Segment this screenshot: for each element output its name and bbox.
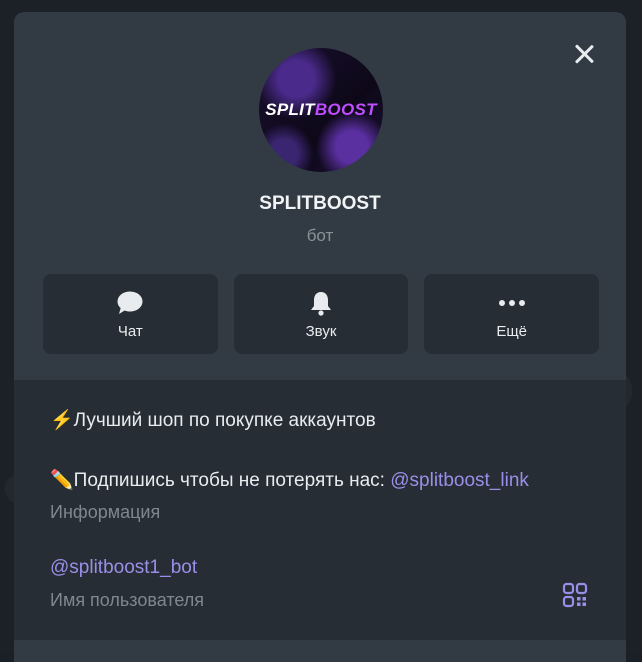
more-dots-icon <box>497 289 527 317</box>
qr-code-icon[interactable] <box>562 582 588 608</box>
avatar[interactable]: SPLITBOOST <box>259 48 383 172</box>
profile-name: SPLITBOOST <box>259 193 381 214</box>
more-button[interactable]: Ещё <box>424 274 600 354</box>
more-button-label: Ещё <box>496 322 528 340</box>
chat-bubble-icon <box>115 289 145 317</box>
chat-button[interactable]: Чат <box>43 274 218 354</box>
info-section: ⚡Лучший шоп по покупке аккаунтов ✏️Подпи… <box>14 380 626 640</box>
close-icon[interactable] <box>572 42 596 66</box>
username-caption: Имя пользователя <box>50 590 205 610</box>
pencil-icon: ✏️ <box>50 470 74 491</box>
sound-button-label: Звук <box>305 322 337 340</box>
description-line-2: ✏️Подпишись чтобы не потерять нас: @spli… <box>50 470 529 491</box>
sound-button[interactable]: Звук <box>233 274 409 354</box>
profile-panel: SPLITBOOST SPLITBOOST бот Чат Звук Ещё ⚡… <box>14 12 626 662</box>
username-link[interactable]: @splitboost1_bot <box>50 557 197 579</box>
lightning-icon: ⚡ <box>50 410 74 431</box>
channel-link[interactable]: @splitboost_link <box>390 470 529 491</box>
bottom-divider <box>14 640 626 662</box>
profile-subtitle: бот <box>306 226 334 245</box>
avatar-logo-text: SPLITBOOST <box>265 100 377 119</box>
chat-button-label: Чат <box>117 322 143 340</box>
description-line-1: ⚡Лучший шоп по покупке аккаунтов <box>50 410 376 431</box>
action-buttons: Чат Звук Ещё <box>43 274 600 354</box>
info-caption: Информация <box>50 502 161 522</box>
bell-icon <box>306 289 336 317</box>
